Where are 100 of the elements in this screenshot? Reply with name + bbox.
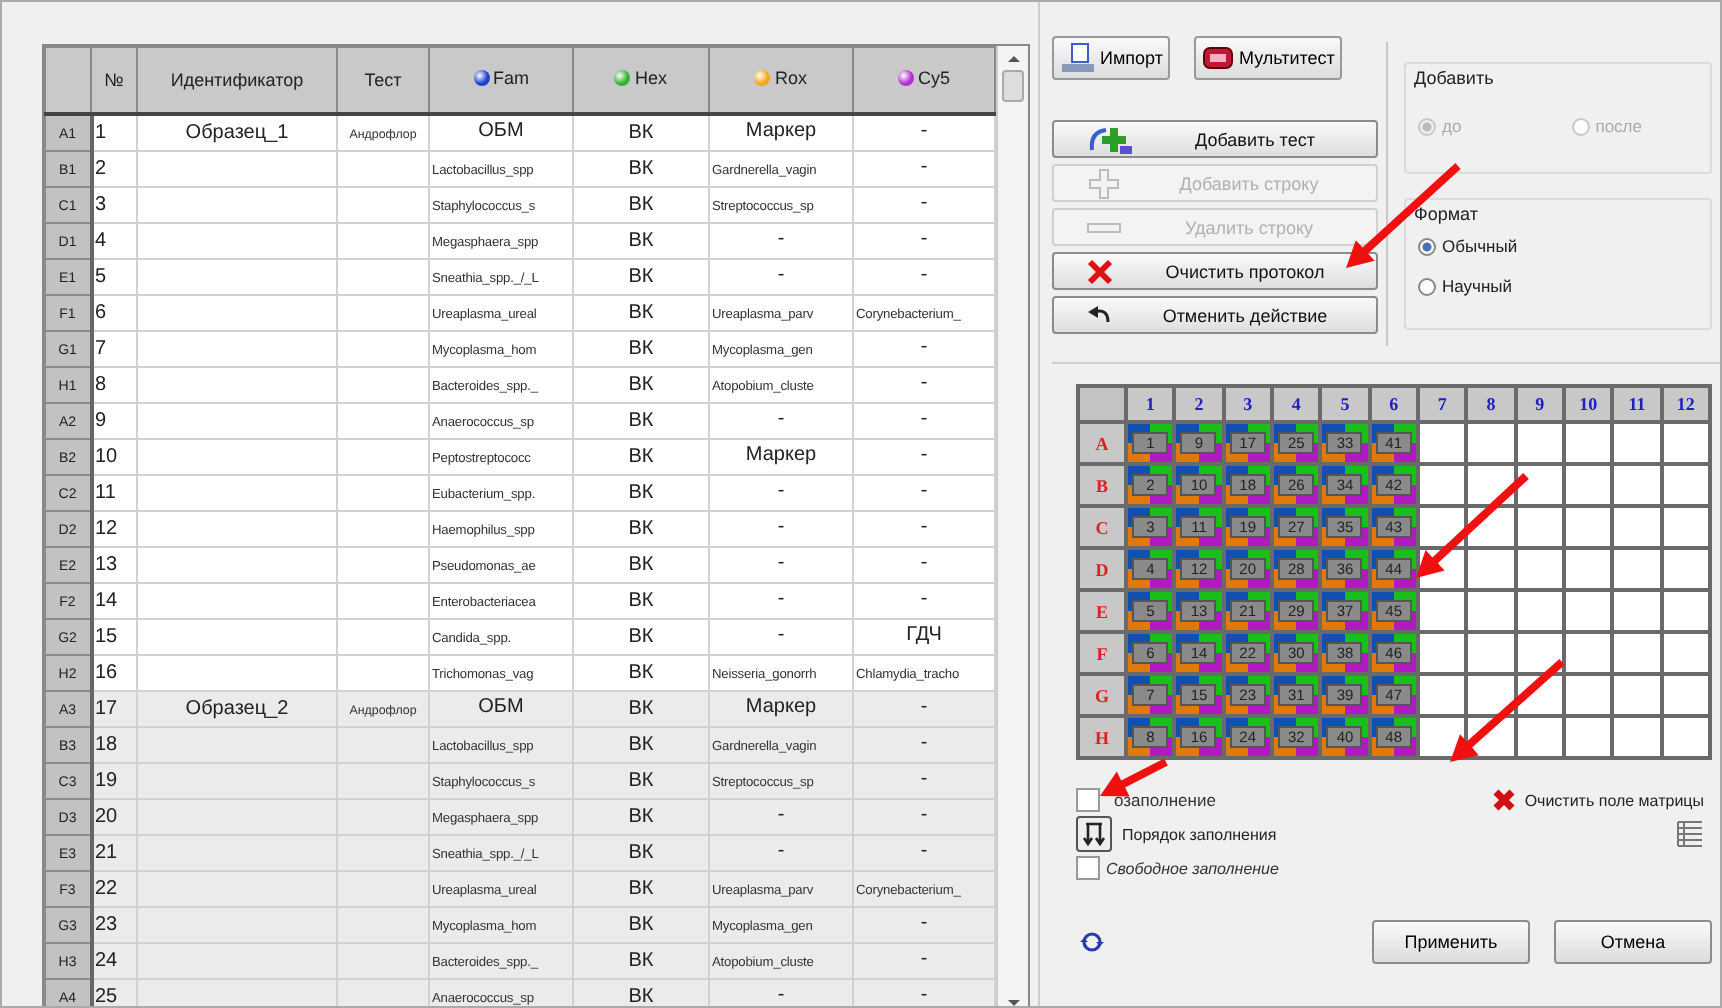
table-cell: 4 xyxy=(95,230,107,252)
scroll-thumb[interactable] xyxy=(1002,70,1024,102)
column-label: Hex xyxy=(634,68,667,89)
table-cell-text: - xyxy=(918,370,930,398)
fill-order-button[interactable]: Порядок заполнения xyxy=(1076,816,1277,852)
table-cell-text: - xyxy=(918,118,930,146)
table-cell: 25 xyxy=(95,986,118,1006)
row-letter: A xyxy=(1080,424,1124,462)
checkbox[interactable] xyxy=(1076,788,1100,812)
table-cell: ВК xyxy=(628,590,654,612)
table-icon[interactable] xyxy=(1676,820,1704,848)
table-cell-text: - xyxy=(918,982,930,1006)
column-header[interactable]: № xyxy=(104,69,124,90)
scrollbar[interactable] xyxy=(996,46,1028,1006)
radio-button[interactable] xyxy=(1418,237,1436,255)
scroll-up-icon[interactable] xyxy=(1007,56,1019,62)
table-cell-text: ГДЧ xyxy=(904,622,944,650)
radio-label[interactable]: Обычный xyxy=(1442,236,1518,256)
table-cell-text: ОБМ xyxy=(476,694,526,722)
table-cell: 16 xyxy=(95,662,118,684)
table-cell: ВК xyxy=(628,158,654,180)
plus-icon xyxy=(1086,167,1122,199)
table-cell: 5 xyxy=(95,266,107,288)
table-cell-text: - xyxy=(775,838,787,866)
add-test-button[interactable]: Добавить тест xyxy=(1052,120,1378,158)
column-number: 5 xyxy=(1322,388,1368,420)
multitest-button[interactable]: Мультитест xyxy=(1194,36,1343,80)
table-cell-text: - xyxy=(775,982,787,1006)
table-cell: ВК xyxy=(628,842,654,864)
document-icon xyxy=(1060,42,1096,74)
apply-button[interactable]: Применить xyxy=(1372,920,1530,964)
table-cell: 18 xyxy=(95,734,118,756)
table-cell: 15 xyxy=(95,626,118,648)
table-cell: ВК xyxy=(628,698,654,720)
table-cell-text: - xyxy=(918,442,930,470)
table-cell: 7 xyxy=(95,338,107,360)
table-cell-text: - xyxy=(918,766,930,794)
table-cell: 19 xyxy=(95,770,118,792)
table-cell: ВК xyxy=(628,302,654,324)
table-cell-text: - xyxy=(775,226,787,254)
column-number: 6 xyxy=(1371,388,1416,420)
row-letter: E xyxy=(1080,592,1124,630)
table-cell-text: - xyxy=(918,514,930,542)
radio-label[interactable]: Научный xyxy=(1442,276,1513,296)
table-cell: ВК xyxy=(628,122,654,144)
clear-protocol-button[interactable]: Очистить протокол xyxy=(1052,252,1378,290)
minus-icon xyxy=(1086,217,1122,237)
table-cell-text: - xyxy=(918,910,930,938)
column-label: Cy5 xyxy=(917,68,950,89)
table-cell: ВК xyxy=(628,194,654,216)
column-number: 7 xyxy=(1420,388,1465,420)
undo-button[interactable]: Отменить действие xyxy=(1052,296,1378,334)
column-number: 8 xyxy=(1468,388,1514,420)
table-cell: ВК xyxy=(628,230,654,252)
column-number: 3 xyxy=(1225,388,1270,420)
table-cell-text: - xyxy=(918,154,930,182)
row-letter: D xyxy=(1080,550,1124,588)
import-button[interactable]: Импорт xyxy=(1052,36,1171,80)
table-cell: 11 xyxy=(95,482,116,504)
radio-button[interactable] xyxy=(1418,277,1436,295)
table-cell: 21 xyxy=(95,842,118,864)
table-cell-text: - xyxy=(918,838,930,866)
table-cell: 9 xyxy=(95,410,107,432)
clear-matrix-button[interactable]: Очистить поле матрицы xyxy=(1492,788,1704,812)
header-corner xyxy=(1080,388,1124,420)
table-cell-text: - xyxy=(775,262,787,290)
table-cell: Образец_1 xyxy=(185,122,289,144)
table-cell: ВК xyxy=(628,446,654,468)
table-cell: ВК xyxy=(628,554,654,576)
table-cell-text: Маркер xyxy=(743,694,819,722)
table-cell-text: - xyxy=(775,802,787,830)
plus-icon xyxy=(1086,123,1134,155)
checkbox-label[interactable]: озаполнение xyxy=(1114,790,1216,810)
undo-icon xyxy=(1086,303,1114,327)
table-cell-text: - xyxy=(918,550,930,578)
table-cell-text: Маркер xyxy=(743,118,819,146)
table-cell-text: - xyxy=(918,946,930,974)
column-header[interactable]: Тест xyxy=(364,69,402,90)
checkbox-label[interactable]: Свободное заполнение xyxy=(1106,859,1279,877)
scroll-down-icon[interactable] xyxy=(1007,999,1019,1005)
checkbox[interactable] xyxy=(1076,856,1100,880)
table-cell-text: - xyxy=(775,406,787,434)
table-cell-text: - xyxy=(918,802,930,830)
table-cell-text: - xyxy=(918,406,930,434)
cassette-icon xyxy=(1202,44,1235,72)
table-cell: ВК xyxy=(628,338,654,360)
table-cell: 10 xyxy=(95,446,118,468)
table-cell: ВК xyxy=(628,626,654,648)
refresh-icon[interactable] xyxy=(1080,930,1104,954)
table-cell: 3 xyxy=(95,194,107,216)
table-cell: 8 xyxy=(95,374,107,396)
cancel-button[interactable]: Отмена xyxy=(1554,920,1712,964)
table-cell: ВК xyxy=(628,878,654,900)
table-cell: ВК xyxy=(628,734,654,756)
table-cell: 14 xyxy=(95,590,118,612)
column-number: 12 xyxy=(1663,388,1708,420)
table-cell: ВК xyxy=(628,806,654,828)
table-cell: ВК xyxy=(628,482,654,504)
table-cell: ВК xyxy=(628,374,654,396)
table-cell: 23 xyxy=(95,914,118,936)
